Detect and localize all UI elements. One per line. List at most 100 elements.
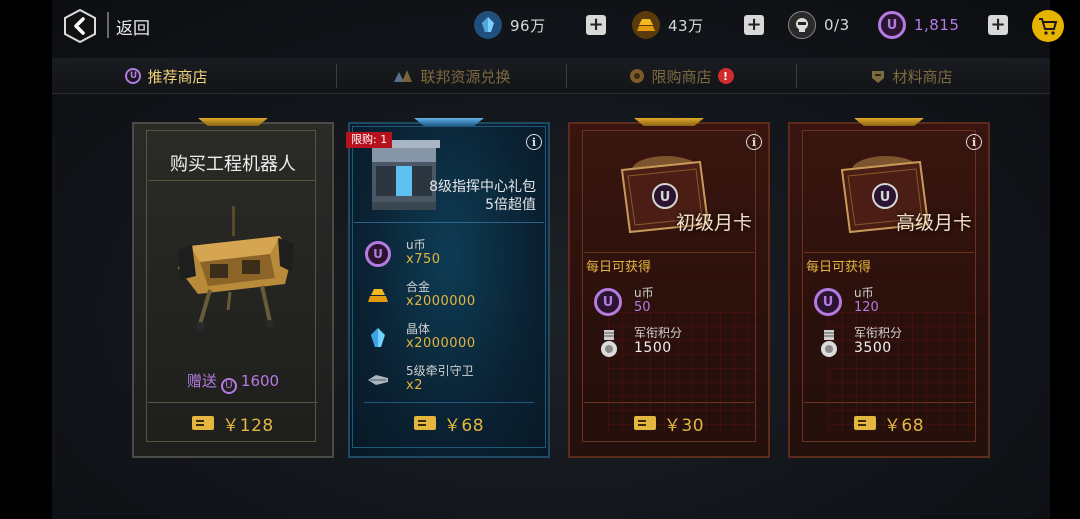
gift-subtitle: 5倍超值 — [485, 197, 536, 213]
ticket-icon — [192, 416, 215, 430]
back-arrow-icon — [64, 8, 96, 44]
resource-exchange-icon — [392, 68, 414, 84]
shopping-cart-button[interactable] — [1032, 10, 1064, 42]
gift-title: 8级指挥中心礼包 — [429, 179, 536, 195]
price-label: ￥68 — [883, 415, 925, 436]
ucoin-value: 1,815 — [914, 16, 960, 34]
daily-label: 每日可获得 — [806, 260, 872, 275]
info-icon[interactable]: i — [966, 134, 982, 150]
ucoin-icon: U — [594, 288, 622, 316]
card-name: 高级月卡 — [895, 212, 972, 234]
price-divider — [804, 402, 974, 403]
card-divider — [584, 252, 754, 253]
card-cap — [198, 118, 268, 126]
card-cap — [414, 118, 484, 126]
gift-item: 晶体 x2000000 — [364, 320, 544, 360]
basic-monthly-card[interactable]: i U 初级月卡 每日可获得 U u币 50 军衔积分 1500 ￥30 — [568, 118, 770, 458]
item-name: u币 — [406, 238, 426, 252]
coin-name: u币 — [854, 286, 874, 300]
ticket-icon — [413, 416, 436, 430]
ucoin-icon: U — [878, 11, 906, 39]
ticket-icon — [853, 416, 876, 430]
ticket-icon — [633, 416, 656, 430]
gift-pack-card[interactable]: 限购: 1 i 8级指挥中心礼包 5倍超值 U u币 x750 合金 x2000… — [346, 118, 550, 458]
ucoin-icon: U — [364, 240, 392, 268]
purchase-limit-badge: 限购: 1 — [346, 132, 393, 148]
price-divider — [148, 402, 318, 403]
limited-shop-icon — [629, 68, 645, 84]
crystal-resource: 96万 — [474, 10, 546, 40]
tab-recommended[interactable]: U 推荐商店 — [52, 58, 281, 94]
daily-label: 每日可获得 — [586, 260, 652, 275]
points-name: 军衔积分 — [634, 326, 683, 340]
tab-label: 材料商店 — [892, 67, 953, 86]
add-crystal-button[interactable]: + — [586, 15, 606, 35]
ucoin-icon: U — [814, 288, 842, 316]
add-alloy-button[interactable]: + — [744, 15, 764, 35]
rank-medal-icon — [601, 330, 617, 357]
item-name: 合金 — [406, 280, 431, 294]
alloy-icon — [632, 11, 660, 39]
price-label: ￥68 — [443, 415, 485, 436]
engineering-robot-image — [178, 206, 294, 330]
alloy-resource: 43万 — [632, 10, 704, 40]
back-separator — [107, 12, 109, 38]
title-divider — [148, 180, 316, 181]
info-icon[interactable]: i — [746, 134, 762, 150]
item-qty: x2 — [406, 378, 423, 393]
rank-medal-icon — [821, 330, 837, 357]
alert-badge-icon: ! — [717, 68, 734, 84]
right-bezel — [1050, 0, 1080, 519]
card-cap — [854, 118, 924, 126]
gift-divider — [354, 222, 544, 223]
back-label[interactable]: 返回 — [116, 14, 150, 39]
card-title: 购买工程机器人 — [170, 154, 296, 175]
crystal-icon — [474, 11, 502, 39]
alloy-icon — [364, 282, 392, 310]
card-divider — [804, 252, 974, 253]
gift-item: U u币 x750 — [364, 236, 544, 276]
bonus-prefix: 赠送 — [186, 372, 217, 390]
left-bezel — [0, 0, 52, 519]
shop-tabs: U 推荐商店 联邦资源兑换 限购商店 ! 材料商店 — [52, 58, 1050, 94]
svg-text:U: U — [880, 190, 891, 205]
guard-ship-icon — [364, 366, 392, 394]
price-button[interactable]: ￥68 — [788, 412, 990, 436]
gift-item: 合金 x2000000 — [364, 278, 544, 318]
info-icon[interactable]: i — [526, 134, 542, 150]
robot-resource: 0/3 — [788, 10, 850, 40]
premium-monthly-card[interactable]: i U 高级月卡 每日可获得 U u币 120 军衔积分 3500 ￥68 — [788, 118, 990, 458]
card-name: 初级月卡 — [675, 212, 752, 234]
item-qty: x750 — [406, 252, 441, 267]
back-button[interactable] — [60, 6, 100, 46]
tab-label: 联邦资源兑换 — [420, 67, 511, 86]
ucoin-resource: U 1,815 — [878, 10, 959, 40]
price-button[interactable]: ￥68 — [348, 412, 550, 436]
add-ucoin-button[interactable]: + — [988, 15, 1008, 35]
price-label: ￥128 — [222, 415, 274, 436]
coin-value: 50 — [634, 300, 651, 315]
price-button[interactable]: ￥30 — [568, 412, 770, 436]
tab-label: 推荐商店 — [147, 67, 208, 86]
gift-item: 5级牵引守卫 x2 — [364, 362, 544, 402]
points-value: 1500 — [634, 340, 672, 356]
tab-resource-exchange[interactable]: 联邦资源兑换 — [337, 58, 566, 94]
alloy-value: 43万 — [668, 16, 704, 35]
tab-limited-shop[interactable]: 限购商店 ! — [567, 58, 796, 94]
robot-offer-card[interactable]: 购买工程机器人 赠送 U 1600 ￥128 — [132, 118, 334, 458]
tab-material-shop[interactable]: 材料商店 — [797, 58, 1026, 94]
tab-label: 限购商店 — [651, 67, 712, 86]
price-button[interactable]: ￥128 — [132, 412, 334, 436]
bonus-ucoin: 赠送 U 1600 — [132, 370, 334, 394]
robot-count: 0/3 — [824, 16, 850, 34]
top-bar: 返回 96万 + 43万 + 0/3 U 1,815 + — [52, 0, 1064, 52]
item-qty: x2000000 — [406, 336, 476, 351]
bonus-value: 1600 — [240, 372, 280, 390]
coin-name: u币 — [634, 286, 654, 300]
price-divider — [364, 402, 534, 403]
crystal-value: 96万 — [510, 16, 546, 35]
item-qty: x2000000 — [406, 294, 476, 309]
cart-icon — [1039, 18, 1058, 35]
svg-text:U: U — [660, 190, 671, 205]
card-cap — [634, 118, 704, 126]
